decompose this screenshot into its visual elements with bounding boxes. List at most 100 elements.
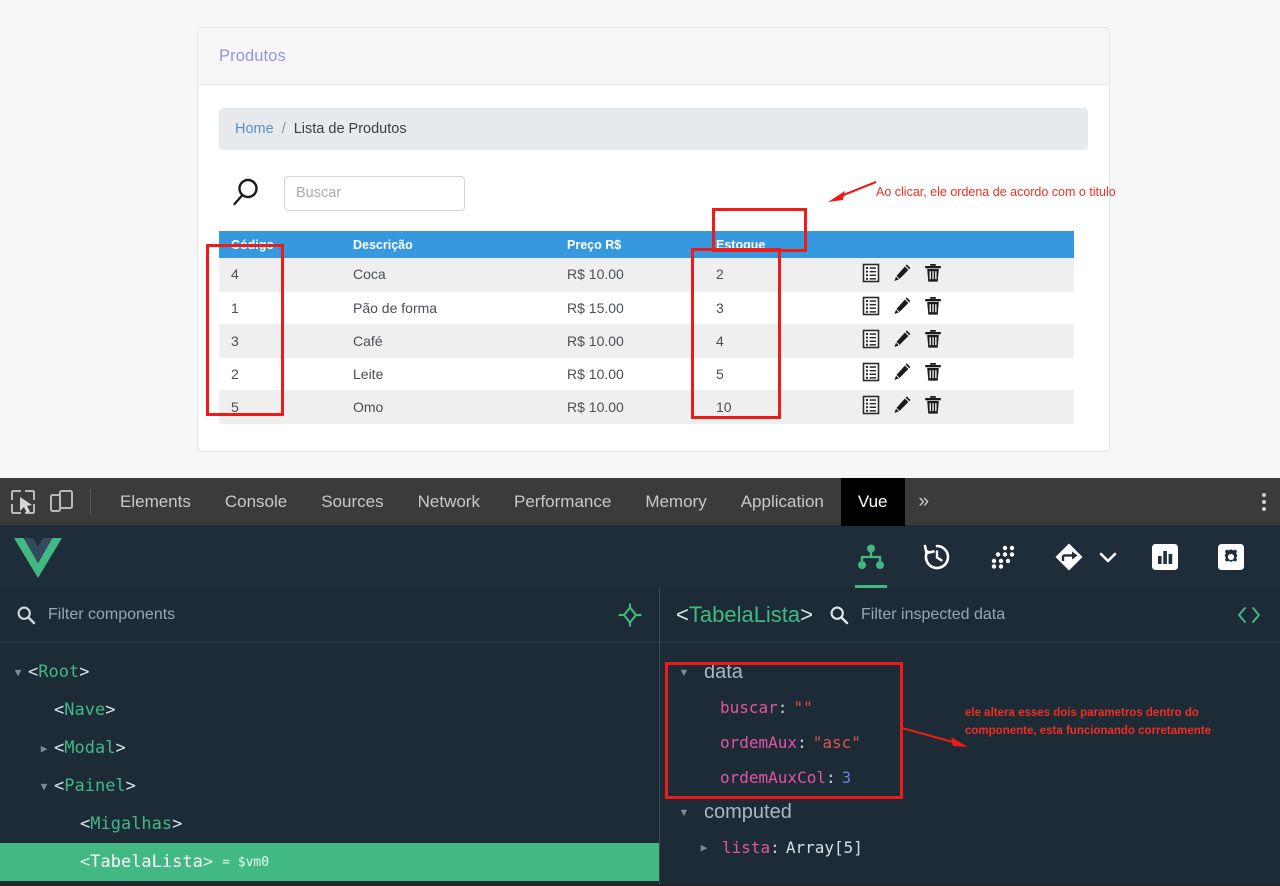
caret-down-icon[interactable]: ▼ — [34, 780, 54, 793]
devtools-tab-application[interactable]: Application — [724, 478, 841, 526]
devtools-tab-console[interactable]: Console — [208, 478, 304, 526]
cell-codigo: 2 — [219, 357, 341, 391]
edit-pencil-icon[interactable] — [892, 329, 912, 352]
list-details-icon[interactable] — [861, 263, 881, 286]
tree-node-vm-tag: = $vm0 — [222, 854, 270, 870]
vuex-dots-icon[interactable] — [980, 526, 1026, 588]
component-tree: ▼<Root>▼<Nave>▶<Modal>▼<Painel>▼<Migalha… — [0, 643, 659, 881]
settings-gear-icon[interactable] — [1208, 526, 1254, 588]
data-field-value: 3 — [841, 768, 852, 787]
vue-logo-icon — [14, 538, 62, 578]
tree-node-label: <Painel> — [54, 776, 136, 796]
breadcrumb-link-home[interactable]: Home — [235, 121, 274, 137]
devtools-tab-performance[interactable]: Performance — [497, 478, 628, 526]
column-header-estoque[interactable]: Estoque — [704, 231, 849, 258]
caret-right-icon[interactable]: ▶ — [694, 841, 714, 854]
tree-node-painel[interactable]: ▼ <Painel> — [0, 767, 659, 805]
tree-node-migalhas[interactable]: ▼<Migalhas> — [0, 805, 659, 843]
table-row: 3 Café R$ 10.00 4 — [219, 324, 1074, 358]
tree-node-modal[interactable]: ▶ <Modal> — [0, 729, 659, 767]
devtools-tab-network[interactable]: Network — [401, 478, 497, 526]
delete-trash-icon[interactable] — [923, 296, 943, 319]
column-header-codigo[interactable]: Código — [219, 231, 341, 258]
inspected-data-list: ▼ data buscar: "" ordemAux: "asc" ordemAuxCol:… — [660, 643, 1280, 865]
list-details-icon[interactable] — [861, 395, 881, 418]
router-arrow-icon[interactable] — [1046, 526, 1092, 588]
data-field-buscar[interactable]: buscar: "" — [660, 690, 1280, 725]
table-row: 1 Pão de forma R$ 15.00 3 — [219, 291, 1074, 325]
filter-inspected-data-input[interactable]: Filter inspected data — [861, 606, 1234, 624]
inspect-element-icon[interactable] — [8, 487, 38, 517]
list-details-icon[interactable] — [861, 329, 881, 352]
cell-acoes — [849, 390, 1074, 424]
data-field-value: "asc" — [812, 733, 861, 752]
inspected-component-name: <TabelaLista> — [676, 602, 813, 628]
cell-codigo: 5 — [219, 390, 341, 424]
column-header-preco[interactable]: Preço R$ — [555, 231, 704, 258]
devtools-tab-elements[interactable]: Elements — [103, 478, 208, 526]
toolbar-divider — [90, 488, 91, 515]
devtools-tab-sources[interactable]: Sources — [304, 478, 400, 526]
tree-node-root[interactable]: ▼ <Root> — [0, 653, 659, 691]
row-actions — [861, 362, 1074, 385]
devtools-more-options-icon[interactable] — [1262, 492, 1266, 511]
select-component-target-icon[interactable] — [617, 602, 643, 628]
caret-down-icon[interactable]: ▼ — [674, 667, 694, 679]
cell-acoes — [849, 324, 1074, 358]
table-row: 2 Leite R$ 10.00 5 — [219, 357, 1074, 391]
list-details-icon[interactable] — [861, 296, 881, 319]
data-group-title: data — [704, 661, 743, 683]
tree-node-label: <Root> — [28, 662, 90, 682]
tree-node-nave[interactable]: ▼<Nave> — [0, 691, 659, 729]
timeline-history-icon[interactable] — [914, 526, 960, 588]
data-field-separator: : — [770, 838, 780, 857]
data-field-value: "" — [793, 698, 813, 717]
search-input[interactable] — [284, 175, 465, 211]
data-group-computed[interactable]: ▼ computed — [660, 795, 1280, 830]
cell-preco: R$ 10.00 — [555, 390, 704, 424]
caret-right-icon[interactable]: ▶ — [34, 742, 54, 755]
search-row — [219, 174, 1088, 212]
devtools-tab-vue[interactable]: Vue — [840, 477, 905, 526]
bracket-close: > — [800, 602, 814, 627]
angle-brackets-icon[interactable] — [1234, 604, 1264, 626]
component-tree-icon[interactable] — [848, 526, 894, 588]
edit-pencil-icon[interactable] — [892, 362, 912, 385]
caret-down-icon[interactable]: ▼ — [674, 807, 694, 819]
filter-components-input[interactable]: Filter components — [48, 606, 617, 624]
table-body: 4 Coca R$ 10.00 2 1 Pão de forma R$ 15.00 3 3 Caf… — [219, 258, 1074, 424]
data-field-ordemAuxCol[interactable]: ordemAuxCol:3 — [660, 760, 1280, 795]
data-field-lista[interactable]: ▶ lista: Array[5] — [660, 830, 1280, 865]
tree-node-tabelalista[interactable]: ▼<TabelaLista>= $vm0 — [0, 843, 659, 881]
devtools-tab-memory[interactable]: Memory — [628, 478, 723, 526]
device-toolbar-icon[interactable] — [46, 487, 76, 517]
edit-pencil-icon[interactable] — [892, 395, 912, 418]
breadcrumb: Home / Lista de Produtos — [219, 108, 1088, 150]
chevron-down-icon[interactable] — [1094, 526, 1122, 588]
component-tree-pane: Filter components ▼<Root>▼<Nave>▶<Modal>… — [0, 588, 660, 884]
data-field-separator: : — [777, 698, 788, 717]
caret-down-icon[interactable]: ▼ — [8, 666, 28, 679]
card-header: Produtos — [198, 28, 1109, 85]
delete-trash-icon[interactable] — [923, 263, 943, 286]
performance-bars-icon[interactable] — [1142, 526, 1188, 588]
data-field-value: Array[5] — [785, 838, 863, 857]
delete-trash-icon[interactable] — [923, 329, 943, 352]
data-field-ordemAux[interactable]: ordemAux: "asc" — [660, 725, 1280, 760]
more-tabs-button[interactable]: » — [905, 491, 944, 513]
tree-node-label: <Migalhas> — [80, 814, 183, 834]
column-header-descricao[interactable]: Descrição — [341, 231, 555, 258]
tree-node-label: <Modal> — [54, 738, 126, 758]
data-field-key: buscar — [720, 698, 778, 717]
cell-codigo: 1 — [219, 291, 341, 325]
delete-trash-icon[interactable] — [923, 395, 943, 418]
delete-trash-icon[interactable] — [923, 362, 943, 385]
edit-pencil-icon[interactable] — [892, 296, 912, 319]
data-group-data[interactable]: ▼ data — [660, 655, 1280, 690]
browser-page-area: Produtos Home / Lista de Produtos Buscar… — [0, 0, 1280, 478]
search-icon — [830, 606, 849, 625]
list-details-icon[interactable] — [861, 362, 881, 385]
tree-node-label: <Nave> — [54, 700, 116, 720]
edit-pencil-icon[interactable] — [892, 263, 912, 286]
vue-devtools-header — [0, 526, 1280, 588]
